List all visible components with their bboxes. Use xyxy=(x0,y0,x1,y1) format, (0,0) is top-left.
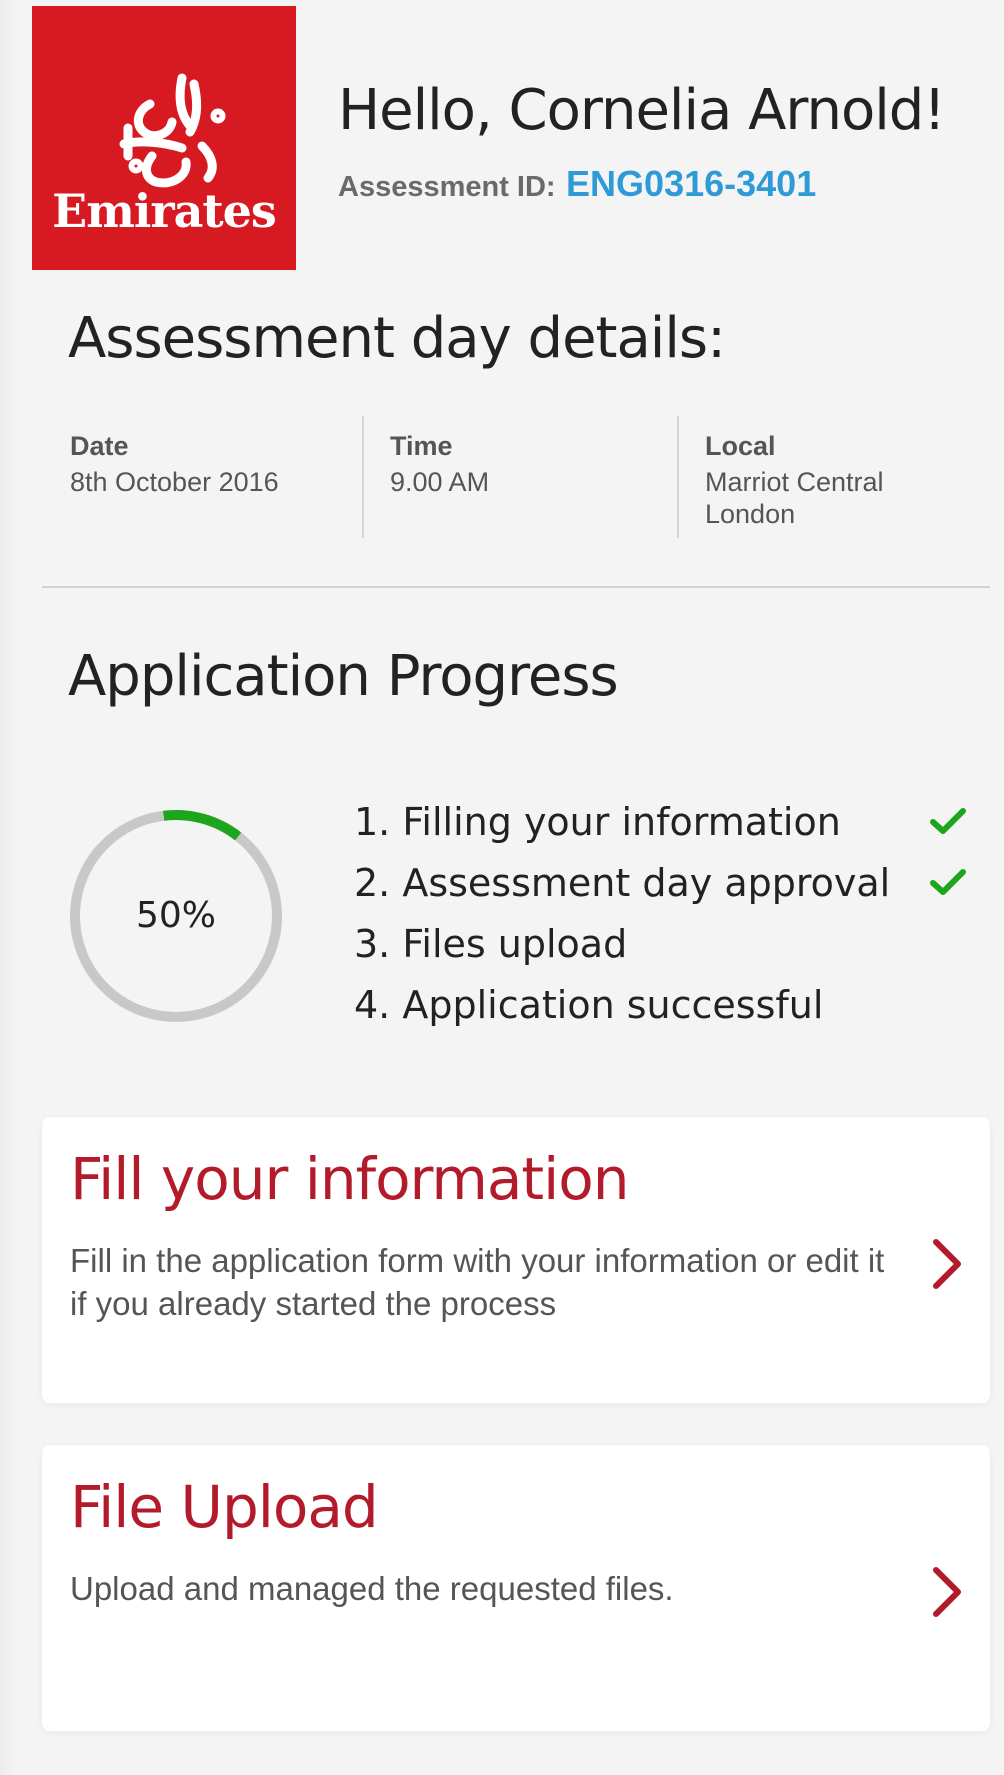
assessment-id-row: Assessment ID: ENG0316-3401 xyxy=(338,163,816,205)
detail-divider xyxy=(362,416,364,538)
time-label: Time xyxy=(390,431,453,461)
local-label: Local xyxy=(705,431,776,461)
check-icon xyxy=(930,808,966,834)
card-description: Fill in the application form with your i… xyxy=(70,1242,885,1322)
progress-step: 1. Filling your information xyxy=(354,794,974,855)
progress-percent: 50% xyxy=(135,895,216,936)
assessment-id-label: Assessment ID: xyxy=(338,171,556,203)
check-icon xyxy=(930,869,966,895)
progress-steps: 1. Filling your information 2. Assessmen… xyxy=(354,794,974,1038)
date-value: 8th October 2016 xyxy=(70,467,279,497)
detail-time: Time 9.00 AM xyxy=(390,430,670,498)
detail-divider xyxy=(677,416,679,538)
chevron-right-icon[interactable] xyxy=(930,1565,964,1619)
fill-information-card[interactable]: Fill your information Fill in the applic… xyxy=(42,1117,990,1403)
progress-step: 3. Files upload xyxy=(354,916,974,977)
assessment-details-title: Assessment day details: xyxy=(68,306,726,371)
step-label: 3. Files upload xyxy=(354,922,628,966)
progress-step: 2. Assessment day approval xyxy=(354,855,974,916)
assessment-id-value: ENG0316-3401 xyxy=(566,163,817,204)
emirates-logo[interactable]: Emirates xyxy=(32,6,296,270)
page: Emirates Hello, Cornelia Arnold! Assessm… xyxy=(0,0,1004,1775)
file-upload-card[interactable]: File Upload Upload and managed the reque… xyxy=(42,1445,990,1731)
card-title: File Upload xyxy=(70,1473,379,1541)
card-title: Fill your information xyxy=(70,1145,630,1213)
greeting-heading: Hello, Cornelia Arnold! xyxy=(338,78,946,143)
progress-step: 4. Application successful xyxy=(354,977,974,1038)
detail-date: Date 8th October 2016 xyxy=(70,430,360,498)
date-label: Date xyxy=(70,431,129,461)
logo-wordmark: Emirates xyxy=(52,184,277,238)
chevron-right-icon[interactable] xyxy=(930,1237,964,1291)
detail-local: Local Marriot Central London xyxy=(705,430,985,530)
step-label: 1. Filling your information xyxy=(354,800,841,844)
section-divider xyxy=(42,586,990,588)
step-label: 2. Assessment day approval xyxy=(354,861,891,905)
card-description: Upload and managed the requested files. xyxy=(70,1570,674,1607)
time-value: 9.00 AM xyxy=(390,467,490,497)
application-progress-title: Application Progress xyxy=(68,644,619,709)
local-value: Marriot Central London xyxy=(705,467,884,529)
step-label: 4. Application successful xyxy=(354,983,824,1027)
